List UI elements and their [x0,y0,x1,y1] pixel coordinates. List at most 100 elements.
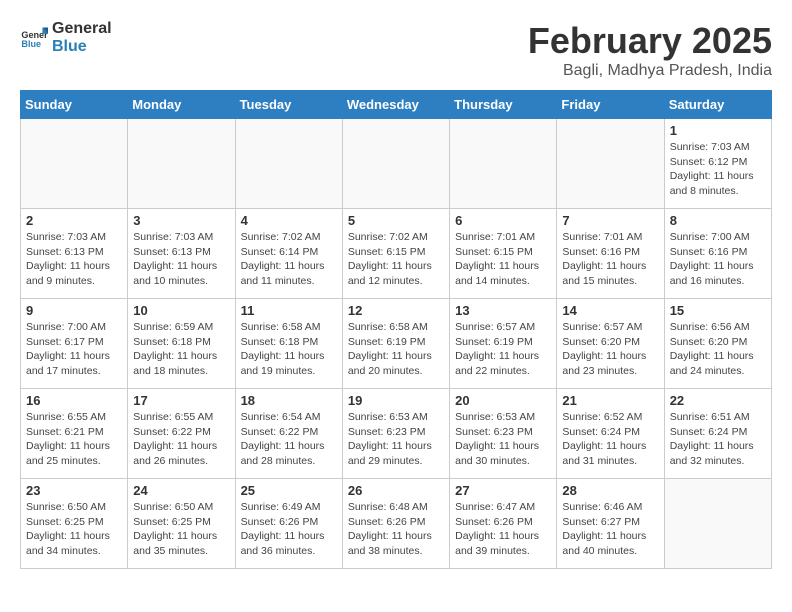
calendar-cell: 24 Sunrise: 6:50 AMSunset: 6:25 PMDayligh… [128,479,235,569]
calendar-cell: 13 Sunrise: 6:57 AMSunset: 6:19 PMDayligh… [450,299,557,389]
day-info: Sunrise: 6:57 AMSunset: 6:20 PMDaylight:… [562,320,658,379]
page-header: General Blue General Blue February 2025 … [20,20,772,80]
calendar-cell: 25 Sunrise: 6:49 AMSunset: 6:26 PMDayligh… [235,479,342,569]
calendar-cell: 7 Sunrise: 7:01 AMSunset: 6:16 PMDaylight… [557,209,664,299]
logo: General Blue General Blue [20,20,112,55]
day-info: Sunrise: 7:01 AMSunset: 6:15 PMDaylight:… [455,230,551,289]
day-number: 11 [241,303,337,318]
location-subtitle: Bagli, Madhya Pradesh, India [528,62,772,80]
weekday-header-wednesday: Wednesday [342,91,449,119]
day-info: Sunrise: 6:49 AMSunset: 6:26 PMDaylight:… [241,500,337,559]
calendar-cell: 9Sunrise: 7:00 AMSunset: 6:17 PMDaylight… [21,299,128,389]
day-number: 17 [133,393,229,408]
calendar-cell: 17 Sunrise: 6:55 AMSunset: 6:22 PMDayligh… [128,389,235,479]
day-info: Sunrise: 7:03 AMSunset: 6:13 PMDaylight:… [133,230,229,289]
day-number: 22 [670,393,766,408]
weekday-header-monday: Monday [128,91,235,119]
day-number: 10 [133,303,229,318]
day-number: 16 [26,393,122,408]
day-number: 14 [562,303,658,318]
day-number: 21 [562,393,658,408]
day-info: Sunrise: 7:02 AMSunset: 6:15 PMDaylight:… [348,230,444,289]
day-number: 8 [670,213,766,228]
day-number: 24 [133,483,229,498]
day-info: Sunrise: 6:54 AMSunset: 6:22 PMDaylight:… [241,410,337,469]
day-number: 25 [241,483,337,498]
day-number: 3 [133,213,229,228]
day-number: 20 [455,393,551,408]
calendar-cell [450,119,557,209]
calendar-cell: 2 Sunrise: 7:03 AMSunset: 6:13 PMDaylight… [21,209,128,299]
calendar-cell: 11 Sunrise: 6:58 AMSunset: 6:18 PMDayligh… [235,299,342,389]
calendar-week-row: 2 Sunrise: 7:03 AMSunset: 6:13 PMDaylight… [21,209,772,299]
weekday-header-thursday: Thursday [450,91,557,119]
day-info: Sunrise: 7:03 AMSunset: 6:12 PMDaylight:… [670,140,766,199]
calendar-cell: 14 Sunrise: 6:57 AMSunset: 6:20 PMDayligh… [557,299,664,389]
calendar-week-row: 9Sunrise: 7:00 AMSunset: 6:17 PMDaylight… [21,299,772,389]
calendar-cell: 23Sunrise: 6:50 AMSunset: 6:25 PMDayligh… [21,479,128,569]
calendar-cell: 4 Sunrise: 7:02 AMSunset: 6:14 PMDaylight… [235,209,342,299]
calendar-cell: 21 Sunrise: 6:52 AMSunset: 6:24 PMDayligh… [557,389,664,479]
day-info: Sunrise: 7:00 AMSunset: 6:17 PMDaylight:… [26,320,122,379]
calendar-cell: 10 Sunrise: 6:59 AMSunset: 6:18 PMDayligh… [128,299,235,389]
day-info: Sunrise: 6:58 AMSunset: 6:18 PMDaylight:… [241,320,337,379]
calendar-week-row: 1 Sunrise: 7:03 AMSunset: 6:12 PMDaylight… [21,119,772,209]
day-info: Sunrise: 6:50 AMSunset: 6:25 PMDaylight:… [133,500,229,559]
calendar-cell: 26 Sunrise: 6:48 AMSunset: 6:26 PMDayligh… [342,479,449,569]
day-info: Sunrise: 6:48 AMSunset: 6:26 PMDaylight:… [348,500,444,559]
calendar-cell [557,119,664,209]
day-info: Sunrise: 6:55 AMSunset: 6:21 PMDaylight:… [26,410,122,469]
calendar-cell [21,119,128,209]
calendar-cell: 5Sunrise: 7:02 AMSunset: 6:15 PMDaylight… [342,209,449,299]
day-info: Sunrise: 6:53 AMSunset: 6:23 PMDaylight:… [455,410,551,469]
day-info: Sunrise: 6:58 AMSunset: 6:19 PMDaylight:… [348,320,444,379]
calendar-cell: 15 Sunrise: 6:56 AMSunset: 6:20 PMDayligh… [664,299,771,389]
day-info: Sunrise: 6:55 AMSunset: 6:22 PMDaylight:… [133,410,229,469]
day-info: Sunrise: 6:56 AMSunset: 6:20 PMDaylight:… [670,320,766,379]
day-number: 6 [455,213,551,228]
day-info: Sunrise: 6:46 AMSunset: 6:27 PMDaylight:… [562,500,658,559]
day-info: Sunrise: 6:59 AMSunset: 6:18 PMDaylight:… [133,320,229,379]
day-info: Sunrise: 6:52 AMSunset: 6:24 PMDaylight:… [562,410,658,469]
calendar-cell: 19 Sunrise: 6:53 AMSunset: 6:23 PMDayligh… [342,389,449,479]
day-info: Sunrise: 6:50 AMSunset: 6:25 PMDaylight:… [26,500,122,559]
day-number: 2 [26,213,122,228]
day-number: 1 [670,123,766,138]
calendar-cell [342,119,449,209]
calendar-week-row: 23Sunrise: 6:50 AMSunset: 6:25 PMDayligh… [21,479,772,569]
day-number: 28 [562,483,658,498]
day-number: 4 [241,213,337,228]
day-info: Sunrise: 7:02 AMSunset: 6:14 PMDaylight:… [241,230,337,289]
day-number: 27 [455,483,551,498]
calendar-week-row: 16 Sunrise: 6:55 AMSunset: 6:21 PMDayligh… [21,389,772,479]
day-info: Sunrise: 7:01 AMSunset: 6:16 PMDaylight:… [562,230,658,289]
weekday-header-row: SundayMondayTuesdayWednesdayThursdayFrid… [21,91,772,119]
calendar-cell: 28 Sunrise: 6:46 AMSunset: 6:27 PMDayligh… [557,479,664,569]
logo-blue: Blue [52,38,112,56]
calendar-cell: 3 Sunrise: 7:03 AMSunset: 6:13 PMDaylight… [128,209,235,299]
day-number: 7 [562,213,658,228]
day-info: Sunrise: 6:57 AMSunset: 6:19 PMDaylight:… [455,320,551,379]
weekday-header-friday: Friday [557,91,664,119]
month-title: February 2025 [528,20,772,62]
day-number: 13 [455,303,551,318]
calendar-cell: 1 Sunrise: 7:03 AMSunset: 6:12 PMDaylight… [664,119,771,209]
day-number: 15 [670,303,766,318]
calendar-cell: 22 Sunrise: 6:51 AMSunset: 6:24 PMDayligh… [664,389,771,479]
day-info: Sunrise: 6:53 AMSunset: 6:23 PMDaylight:… [348,410,444,469]
logo-icon: General Blue [20,24,48,52]
day-info: Sunrise: 7:00 AMSunset: 6:16 PMDaylight:… [670,230,766,289]
calendar-cell: 16 Sunrise: 6:55 AMSunset: 6:21 PMDayligh… [21,389,128,479]
day-number: 26 [348,483,444,498]
day-number: 12 [348,303,444,318]
weekday-header-sunday: Sunday [21,91,128,119]
day-info: Sunrise: 6:47 AMSunset: 6:26 PMDaylight:… [455,500,551,559]
calendar-cell: 6 Sunrise: 7:01 AMSunset: 6:15 PMDaylight… [450,209,557,299]
day-info: Sunrise: 7:03 AMSunset: 6:13 PMDaylight:… [26,230,122,289]
day-info: Sunrise: 6:51 AMSunset: 6:24 PMDaylight:… [670,410,766,469]
day-number: 18 [241,393,337,408]
day-number: 19 [348,393,444,408]
calendar-table: SundayMondayTuesdayWednesdayThursdayFrid… [20,90,772,569]
title-area: February 2025 Bagli, Madhya Pradesh, Ind… [528,20,772,80]
calendar-cell: 12 Sunrise: 6:58 AMSunset: 6:19 PMDayligh… [342,299,449,389]
